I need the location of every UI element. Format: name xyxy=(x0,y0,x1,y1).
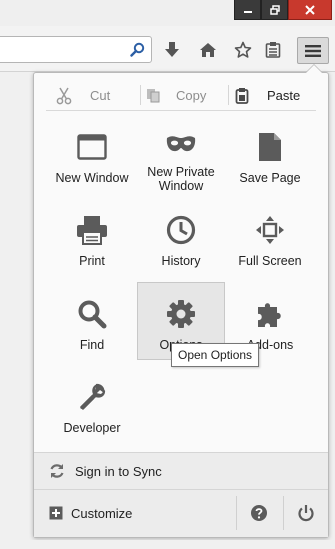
new-window-icon xyxy=(76,131,108,163)
paste-clipboard-icon xyxy=(235,88,249,104)
plus-icon xyxy=(49,506,63,520)
paste-button[interactable]: Paste xyxy=(235,82,300,109)
customize-label: Customize xyxy=(71,505,133,521)
customize-button[interactable]: Customize xyxy=(49,503,132,523)
print-button[interactable]: Print xyxy=(48,198,136,276)
copy-icon xyxy=(147,88,160,102)
save-page-button[interactable]: Save Page xyxy=(226,115,314,193)
bookmark-star-icon xyxy=(234,41,252,58)
divider xyxy=(140,85,141,105)
fullscreen-icon xyxy=(254,214,286,246)
main-menu-panel: Cut Copy Paste New Window New Private Wi… xyxy=(33,64,329,538)
open-menu-button[interactable] xyxy=(297,37,329,64)
history-button[interactable]: History xyxy=(137,198,225,276)
reading-list-button[interactable] xyxy=(262,39,284,61)
divider xyxy=(46,110,316,111)
divider xyxy=(283,496,284,530)
printer-icon xyxy=(76,214,108,246)
close-icon xyxy=(305,4,315,15)
cut-label: Cut xyxy=(90,88,111,103)
private-mask-icon xyxy=(165,131,197,157)
search-input[interactable] xyxy=(0,36,152,63)
download-icon xyxy=(165,42,179,57)
full-screen-label: Full Screen xyxy=(238,254,302,268)
restore-button[interactable] xyxy=(261,0,288,20)
options-tooltip: Open Options xyxy=(171,343,260,367)
panel-footer: Customize xyxy=(34,489,328,537)
reading-list-icon xyxy=(265,42,281,58)
home-button[interactable] xyxy=(197,39,219,61)
scissors-icon xyxy=(56,87,72,104)
magnifier-icon xyxy=(76,298,108,330)
copy-label: Copy xyxy=(176,88,207,103)
full-screen-button[interactable]: Full Screen xyxy=(226,198,314,276)
new-private-window-label: New Private Window xyxy=(147,165,215,193)
wrench-icon xyxy=(76,381,108,413)
puzzle-icon xyxy=(254,298,286,330)
cut-button[interactable]: Cut xyxy=(56,82,110,109)
minimize-button[interactable] xyxy=(234,0,261,20)
window-titlebar xyxy=(0,0,335,26)
bookmark-button[interactable] xyxy=(232,39,254,61)
developer-button[interactable]: Developer xyxy=(48,365,136,443)
navigation-toolbar xyxy=(0,26,335,72)
save-page-icon xyxy=(254,131,286,163)
panel-arrow xyxy=(305,64,323,73)
quit-button[interactable] xyxy=(289,496,323,530)
home-icon xyxy=(200,43,216,57)
help-button[interactable] xyxy=(242,496,276,530)
help-icon xyxy=(251,505,267,521)
restore-icon xyxy=(269,4,280,15)
print-label: Print xyxy=(79,254,105,268)
sign-in-to-sync-button[interactable]: Sign in to Sync xyxy=(34,452,328,489)
hamburger-menu-icon xyxy=(305,44,321,57)
clock-icon xyxy=(165,214,197,246)
minimize-icon xyxy=(243,10,252,13)
divider xyxy=(228,85,229,105)
history-label: History xyxy=(161,254,201,268)
developer-label: Developer xyxy=(63,421,121,435)
save-page-label: Save Page xyxy=(239,171,301,185)
page-background xyxy=(0,540,335,549)
new-window-label: New Window xyxy=(55,171,129,185)
power-icon xyxy=(298,505,314,522)
new-private-window-button[interactable]: New Private Window xyxy=(137,115,225,193)
divider xyxy=(236,496,237,530)
close-window-button[interactable] xyxy=(288,0,332,20)
download-button[interactable] xyxy=(161,39,183,61)
new-window-button[interactable]: New Window xyxy=(48,115,136,193)
find-label: Find xyxy=(79,338,105,352)
search-icon[interactable] xyxy=(130,42,145,62)
sync-label: Sign in to Sync xyxy=(75,463,162,479)
copy-button[interactable]: Copy xyxy=(146,82,206,109)
find-button[interactable]: Find xyxy=(48,282,136,360)
edit-controls: Cut Copy Paste xyxy=(46,82,316,109)
paste-label: Paste xyxy=(267,88,301,103)
sync-icon xyxy=(49,463,65,479)
gear-icon xyxy=(165,298,197,330)
window-controls xyxy=(234,0,332,20)
